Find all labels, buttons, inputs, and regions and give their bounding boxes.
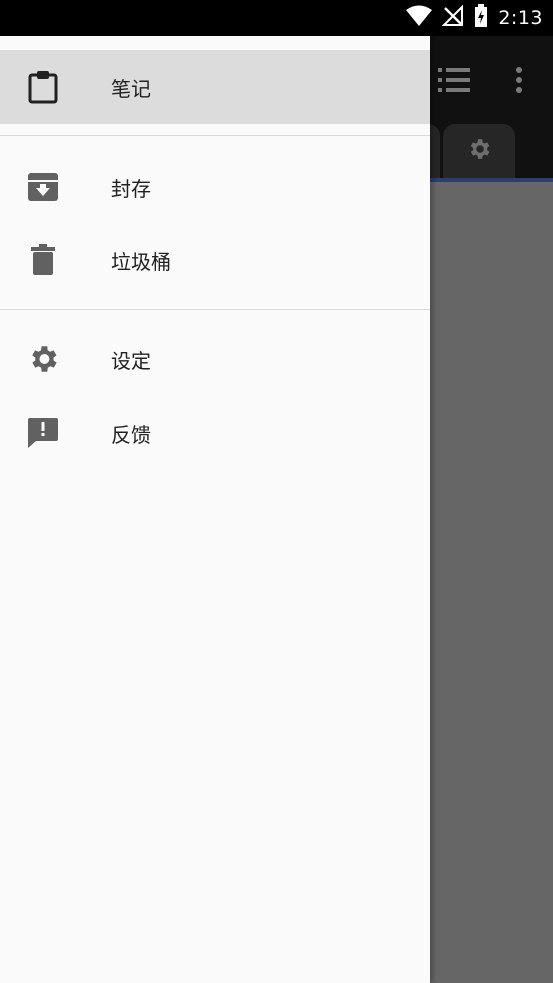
drawer-item-label: 封存 xyxy=(111,176,151,201)
status-time: 2:13 xyxy=(498,7,543,29)
drawer-item-label: 笔记 xyxy=(111,76,151,101)
status-bar: 2:13 xyxy=(0,0,553,36)
gear-icon xyxy=(466,136,492,166)
list-view-icon[interactable] xyxy=(438,66,470,98)
trash-icon xyxy=(26,243,60,277)
archive-icon xyxy=(26,170,60,204)
divider xyxy=(0,135,430,136)
navigation-drawer: 笔记 封存 垃圾桶 设定 反馈 xyxy=(0,36,430,983)
battery-charging-icon xyxy=(474,4,488,32)
feedback-icon xyxy=(26,416,60,450)
more-vert-icon[interactable] xyxy=(514,66,524,98)
gear-icon xyxy=(26,342,60,376)
drawer-item-settings[interactable]: 设定 xyxy=(0,322,430,396)
drawer-item-notes[interactable]: 笔记 xyxy=(0,50,430,124)
drawer-item-archive[interactable]: 封存 xyxy=(0,150,430,224)
drawer-item-label: 垃圾桶 xyxy=(111,249,171,274)
wifi-icon xyxy=(406,5,433,31)
no-signal-icon xyxy=(441,4,464,31)
drawer-item-label: 反馈 xyxy=(111,422,151,447)
drawer-item-trash[interactable]: 垃圾桶 xyxy=(0,223,430,297)
tab-settings[interactable] xyxy=(443,124,515,178)
divider xyxy=(0,309,430,310)
clipboard-icon xyxy=(26,70,60,104)
drawer-item-label: 设定 xyxy=(111,348,151,373)
drawer-item-feedback[interactable]: 反馈 xyxy=(0,396,430,470)
status-icons: 2:13 xyxy=(406,0,543,36)
